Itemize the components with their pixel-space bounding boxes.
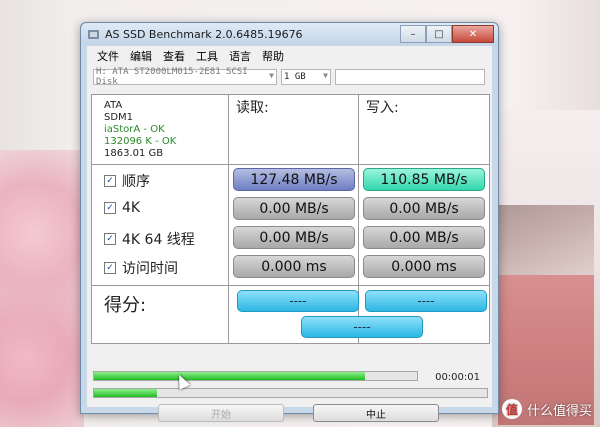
access-read-value: 0.000 ms — [233, 255, 355, 278]
maximize-button[interactable]: □ — [426, 25, 452, 43]
access-write-value: 0.000 ms — [363, 255, 485, 278]
app-icon — [88, 29, 99, 39]
menu-language[interactable]: 语言 — [227, 48, 260, 64]
start-button[interactable]: 开始 — [158, 404, 284, 422]
chevron-down-icon: ▼ — [269, 71, 274, 80]
score-total: ---- — [301, 316, 423, 338]
window-controls: – □ ✕ — [400, 25, 494, 43]
watermark-text: 什么值得买 — [526, 403, 592, 419]
window-title: AS SSD Benchmark 2.0.6485.19676 — [105, 27, 303, 41]
score-label: 得分: — [104, 295, 147, 316]
divider — [228, 95, 229, 343]
progress-bar-test — [93, 371, 418, 381]
write-header: 写入: — [366, 100, 399, 116]
maximize-icon: □ — [434, 28, 444, 40]
4k64-write-value: 0.00 MB/s — [363, 226, 485, 249]
row-label: 4K — [122, 200, 141, 216]
drive-model: ATA — [104, 100, 123, 111]
drive-select[interactable]: H: ATA ST2000LM015-2E81 SCSI Disk ▼ — [93, 67, 277, 87]
wallpaper-building — [492, 110, 600, 427]
elapsed-time: 00:00:01 — [435, 372, 480, 383]
results-panel: ATA SDM1 iaStorA - OK 132096 K - OK 1863… — [91, 94, 490, 344]
access-checkbox[interactable]: ✓ — [104, 262, 116, 274]
row-label: 顺序 — [122, 174, 150, 190]
row-4k-label: ✓ 4K — [104, 200, 140, 216]
menu-edit[interactable]: 编辑 — [128, 48, 161, 64]
minimize-button[interactable]: – — [400, 25, 426, 43]
progress-fill — [94, 372, 366, 380]
menu-view[interactable]: 查看 — [161, 48, 194, 64]
wallpaper-roof — [498, 205, 594, 275]
title-bar[interactable]: AS SSD Benchmark 2.0.6485.19676 – □ ✕ — [81, 23, 498, 45]
menu-help[interactable]: 帮助 — [260, 48, 293, 64]
menu-bar: 文件 编辑 查看 工具 语言 帮助 — [87, 46, 492, 66]
4k64-checkbox[interactable]: ✓ — [104, 233, 116, 245]
alignment-status: 132096 K - OK — [104, 136, 177, 147]
seq-write-value: 110.85 MB/s — [363, 168, 485, 191]
size-select-value: 1 GB — [284, 72, 306, 82]
divider — [92, 285, 489, 286]
as-ssd-window: AS SSD Benchmark 2.0.6485.19676 – □ ✕ 文件… — [80, 22, 499, 422]
close-button[interactable]: ✕ — [452, 25, 494, 43]
progress-fill — [94, 389, 157, 397]
seq-read-value: 127.48 MB/s — [233, 168, 355, 191]
stop-button[interactable]: 中止 — [313, 404, 439, 422]
extra-field[interactable] — [335, 69, 485, 85]
menu-file[interactable]: 文件 — [95, 48, 128, 64]
4k-write-value: 0.00 MB/s — [363, 197, 485, 220]
watermark: 值 什么值得买 — [501, 399, 592, 419]
row-label: 4K 64 线程 — [122, 232, 195, 248]
drive-info: ATA SDM1 iaStorA - OK 132096 K - OK 1863… — [104, 100, 176, 160]
toolbar: H: ATA ST2000LM015-2E81 SCSI Disk ▼ 1 GB… — [87, 66, 492, 88]
4k-checkbox[interactable]: ✓ — [104, 202, 116, 214]
driver-status: iaStorA - OK — [104, 124, 165, 135]
chevron-down-icon: ▼ — [323, 71, 328, 80]
watermark-logo-icon: 值 — [501, 399, 522, 419]
size-select[interactable]: 1 GB ▼ — [281, 69, 331, 85]
progress-bar-total — [93, 388, 488, 398]
score-read: ---- — [237, 290, 359, 312]
drive-firmware: SDM1 — [104, 112, 134, 123]
wallpaper-blossoms — [0, 150, 84, 427]
row-4k64-label: ✓ 4K 64 线程 — [104, 229, 195, 249]
menu-tools[interactable]: 工具 — [194, 48, 227, 64]
seq-checkbox[interactable]: ✓ — [104, 175, 116, 187]
drive-capacity: 1863.01 GB — [104, 148, 164, 159]
read-header: 读取: — [236, 100, 269, 116]
client-area: 文件 编辑 查看 工具 语言 帮助 H: ATA ST2000LM015-2E8… — [87, 46, 492, 422]
row-seq-label: ✓ 顺序 — [104, 171, 150, 191]
minimize-icon: – — [410, 28, 416, 40]
close-icon: ✕ — [468, 28, 478, 40]
row-label: 访问时间 — [122, 261, 178, 277]
drive-select-value: H: ATA ST2000LM015-2E81 SCSI Disk — [96, 67, 248, 87]
score-write: ---- — [365, 290, 487, 312]
4k-read-value: 0.00 MB/s — [233, 197, 355, 220]
divider — [92, 164, 489, 165]
row-access-label: ✓ 访问时间 — [104, 258, 178, 278]
4k64-read-value: 0.00 MB/s — [233, 226, 355, 249]
